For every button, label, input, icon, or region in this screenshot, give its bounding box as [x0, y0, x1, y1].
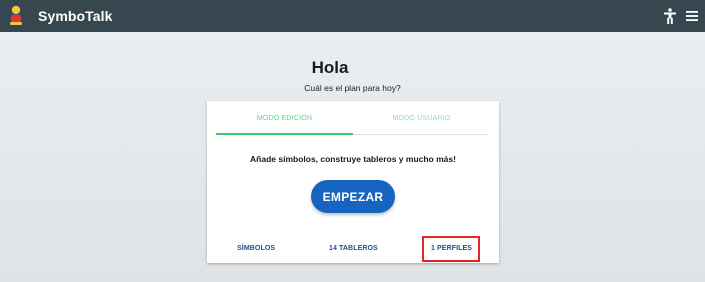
tab-user-mode[interactable]: MODO USUARIO: [353, 115, 490, 135]
symbotalk-logo-icon[interactable]: [8, 5, 24, 27]
accessibility-icon[interactable]: [663, 8, 677, 24]
start-button[interactable]: EMPEZAR: [311, 180, 395, 213]
tab-edit-mode[interactable]: MODO EDICIÓN: [216, 115, 353, 135]
active-tab-indicator: [216, 133, 353, 135]
app-title: SymboTalk: [38, 8, 113, 24]
start-card: MODO EDICIÓN MODO USUARIO Añade símbolos…: [207, 101, 499, 263]
card-message: Añade símbolos, construye tableros y muc…: [250, 154, 456, 164]
boards-link[interactable]: 14 TABLEROS: [329, 245, 378, 252]
app-bar: SymboTalk: [0, 0, 705, 32]
profiles-highlight-box: [422, 236, 480, 262]
hamburger-menu-icon[interactable]: [685, 9, 699, 23]
greeting-title: Hola: [311, 58, 349, 77]
symbols-link[interactable]: SÍMBOLOS: [237, 245, 275, 252]
mode-tabs: MODO EDICIÓN MODO USUARIO: [216, 115, 489, 135]
greeting-subtitle: Cuál es el plan para hoy?: [304, 83, 401, 93]
